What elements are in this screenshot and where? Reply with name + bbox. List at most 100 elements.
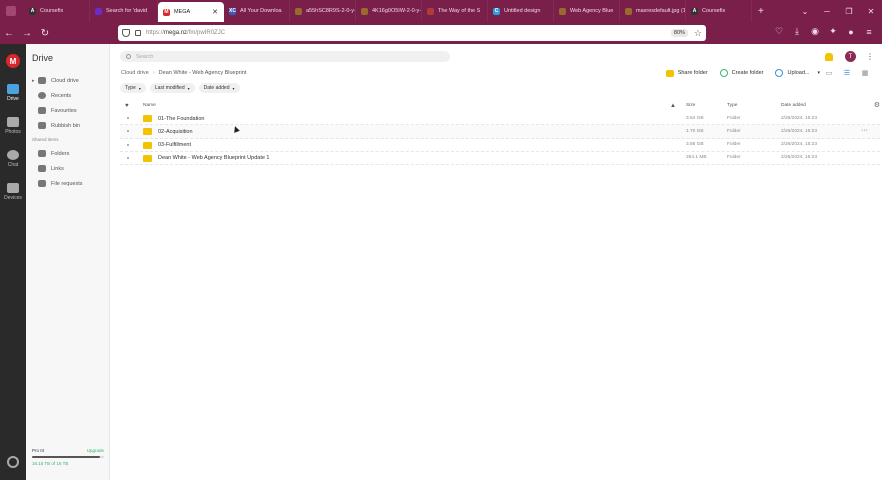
list-view-icon[interactable]: ☰ bbox=[838, 69, 856, 77]
sidebar-item-folders[interactable]: Folders bbox=[32, 150, 69, 157]
browser-tab[interactable]: A Coursefix bbox=[686, 0, 752, 22]
new-tab-button[interactable]: + bbox=[752, 6, 770, 17]
notification-bell-icon[interactable] bbox=[825, 52, 833, 61]
sidebar-item-rubbish-bin[interactable]: Rubbish bin bbox=[32, 122, 80, 129]
browser-nav-bar: ← → ↻ https://mega.nz/fm/pwIR0ZJC 80% ☆ … bbox=[0, 22, 882, 44]
file-date-added: 2/26/2024, 15:23 bbox=[781, 142, 818, 148]
view-toggle: ▭ ☰ ▦ bbox=[820, 69, 874, 77]
favourite-column-heart-icon[interactable]: ♥ bbox=[125, 103, 129, 109]
table-header: ♥ Name ▲ Size Type Date added ⚙ bbox=[120, 101, 880, 111]
reload-icon[interactable]: ↻ bbox=[36, 28, 54, 39]
upload-button[interactable]: Upload... ▾ bbox=[775, 69, 820, 77]
drive-sidebar: Drive ▸ Cloud drive Recents Favourites Ru… bbox=[26, 44, 110, 480]
tab-favicon-icon: M bbox=[163, 8, 170, 16]
table-row[interactable]: 03-Fulfillment 3.86 GB Folder 2/26/2024, 15… bbox=[120, 139, 880, 152]
lock-icon[interactable] bbox=[135, 30, 141, 36]
tab-label: Search for 'david bbox=[106, 8, 148, 14]
column-name[interactable]: Name bbox=[143, 103, 156, 108]
browser-tab[interactable]: A Coursefix bbox=[24, 0, 90, 22]
toolbar-icons: ♡ ⤓ ◉ ✦ ● ≡ bbox=[770, 26, 878, 37]
help-icon[interactable] bbox=[7, 456, 19, 468]
close-window-icon[interactable]: ✕ bbox=[860, 7, 882, 16]
column-type[interactable]: Type bbox=[727, 103, 737, 108]
tab-overview-icon[interactable] bbox=[6, 6, 16, 16]
grid-view-icon[interactable]: ▦ bbox=[856, 69, 874, 77]
column-settings-gear-icon[interactable]: ⚙ bbox=[874, 101, 880, 109]
tab-favicon-icon: XC bbox=[229, 7, 236, 15]
shared-items-heading: Shared items bbox=[32, 137, 59, 142]
sidebar-item-cloud-drive[interactable]: ▸ Cloud drive bbox=[32, 77, 79, 84]
kebab-menu-icon[interactable]: ⋮ bbox=[866, 52, 874, 61]
menu-icon[interactable]: ≡ bbox=[860, 27, 878, 37]
browser-tab[interactable]: 4K16g0O5IW-2-0-y-6r bbox=[356, 0, 422, 22]
browser-tab[interactable]: The Way of the S bbox=[422, 0, 488, 22]
extensions-icon[interactable]: ✦ bbox=[824, 26, 842, 37]
browser-tab[interactable]: Search for 'david bbox=[90, 0, 158, 22]
sidebar-item-file-requests[interactable]: File requests bbox=[32, 180, 83, 187]
devices-icon bbox=[7, 183, 19, 193]
filter-type[interactable]: Type ▾ bbox=[120, 83, 146, 93]
browser-tab[interactable]: a55hSC8R9S-2-0-y-6r bbox=[290, 0, 356, 22]
tab-label: MEGA bbox=[174, 9, 191, 15]
list-tabs-icon[interactable]: ⌄ bbox=[794, 7, 816, 16]
folder-icon bbox=[143, 128, 152, 136]
search-input[interactable]: Search bbox=[120, 51, 450, 62]
shield-icon[interactable] bbox=[122, 29, 130, 37]
extension-badge-icon[interactable]: ● bbox=[842, 27, 860, 37]
pocket-icon[interactable]: ♡ bbox=[770, 26, 788, 37]
maximize-icon[interactable]: ❐ bbox=[838, 7, 860, 16]
sort-ascending-icon[interactable]: ▲ bbox=[670, 103, 676, 109]
avatar[interactable]: T bbox=[845, 51, 856, 62]
row-more-options-icon[interactable]: ··· bbox=[861, 127, 868, 134]
mega-logo[interactable]: M bbox=[6, 54, 20, 68]
url-text: https://mega.nz/fm/pwIR0ZJC bbox=[146, 30, 226, 36]
account-icon[interactable]: ◉ bbox=[806, 26, 824, 37]
sidebar-item-recents[interactable]: Recents bbox=[32, 92, 71, 99]
downloads-icon[interactable]: ⤓ bbox=[788, 26, 806, 37]
close-tab-icon[interactable]: ✕ bbox=[208, 8, 218, 16]
file-date-added: 2/26/2024, 15:23 bbox=[781, 155, 818, 161]
sidebar-item-links[interactable]: Links bbox=[32, 165, 64, 172]
column-size[interactable]: Size bbox=[686, 103, 695, 108]
folder-icon bbox=[143, 154, 152, 162]
media-view-icon[interactable]: ▭ bbox=[820, 69, 838, 77]
minimize-icon[interactable]: ─ bbox=[816, 7, 838, 16]
browser-tab[interactable]: maxresdefault.jpg (1 bbox=[620, 0, 686, 22]
create-folder-button[interactable]: Create folder bbox=[719, 69, 763, 77]
tab-label: Web Agency Blue bbox=[570, 8, 614, 14]
file-request-icon bbox=[38, 180, 46, 187]
upgrade-link[interactable]: Upgrade bbox=[87, 448, 104, 453]
tab-label: Untitled design bbox=[504, 8, 541, 14]
file-name: 03-Fulfillment bbox=[158, 142, 192, 149]
chevron-down-icon: ▾ bbox=[232, 85, 235, 91]
zoom-level[interactable]: 80% bbox=[670, 29, 688, 37]
filter-last-modified[interactable]: Last modified ▾ bbox=[149, 83, 195, 93]
forward-arrow-icon[interactable]: → bbox=[18, 28, 36, 39]
folder-actions: Share folder Create folder Upload... ▾ bbox=[654, 69, 820, 77]
browser-tab[interactable]: Web Agency Blue bbox=[554, 0, 620, 22]
table-row[interactable]: Dean White - Web Agency Blueprint Update… bbox=[120, 152, 880, 166]
column-date-added[interactable]: Date added bbox=[781, 103, 806, 108]
storage-widget[interactable]: Pro III Upgrade 16.16 TB of 16 TB bbox=[32, 448, 104, 466]
table-row[interactable]: 01-The Foundation 3.54 GB Folder 2/26/2024,… bbox=[120, 112, 880, 126]
row-bullet bbox=[127, 130, 129, 133]
file-size: 3.54 GB bbox=[686, 115, 704, 121]
breadcrumb-cloud-drive[interactable]: Cloud drive bbox=[121, 70, 149, 76]
rail-drive[interactable]: Drive bbox=[0, 84, 26, 102]
filter-date-added[interactable]: Date added ▾ bbox=[198, 83, 240, 93]
rail-photos[interactable]: Photos bbox=[0, 117, 26, 135]
rail-devices[interactable]: Devices bbox=[0, 183, 26, 201]
bookmark-star-icon[interactable]: ☆ bbox=[694, 28, 702, 39]
share-folder-button[interactable]: Share folder bbox=[665, 69, 708, 77]
search-icon bbox=[126, 54, 131, 59]
back-arrow-icon[interactable]: ← bbox=[0, 28, 18, 39]
address-bar[interactable]: https://mega.nz/fm/pwIR0ZJC 80% ☆ bbox=[118, 25, 706, 41]
tab-favicon-icon bbox=[295, 7, 302, 15]
browser-tab[interactable]: XC All Your Downloa bbox=[224, 0, 290, 22]
plus-circle-icon bbox=[719, 69, 728, 77]
rail-chat[interactable]: Chat bbox=[0, 150, 26, 168]
shared-folder-icon bbox=[38, 150, 46, 157]
browser-tab[interactable]: C Untitled design bbox=[488, 0, 554, 22]
browser-tab[interactable]: M MEGA ✕ bbox=[158, 2, 224, 22]
sidebar-item-favourites[interactable]: Favourites bbox=[32, 107, 77, 114]
